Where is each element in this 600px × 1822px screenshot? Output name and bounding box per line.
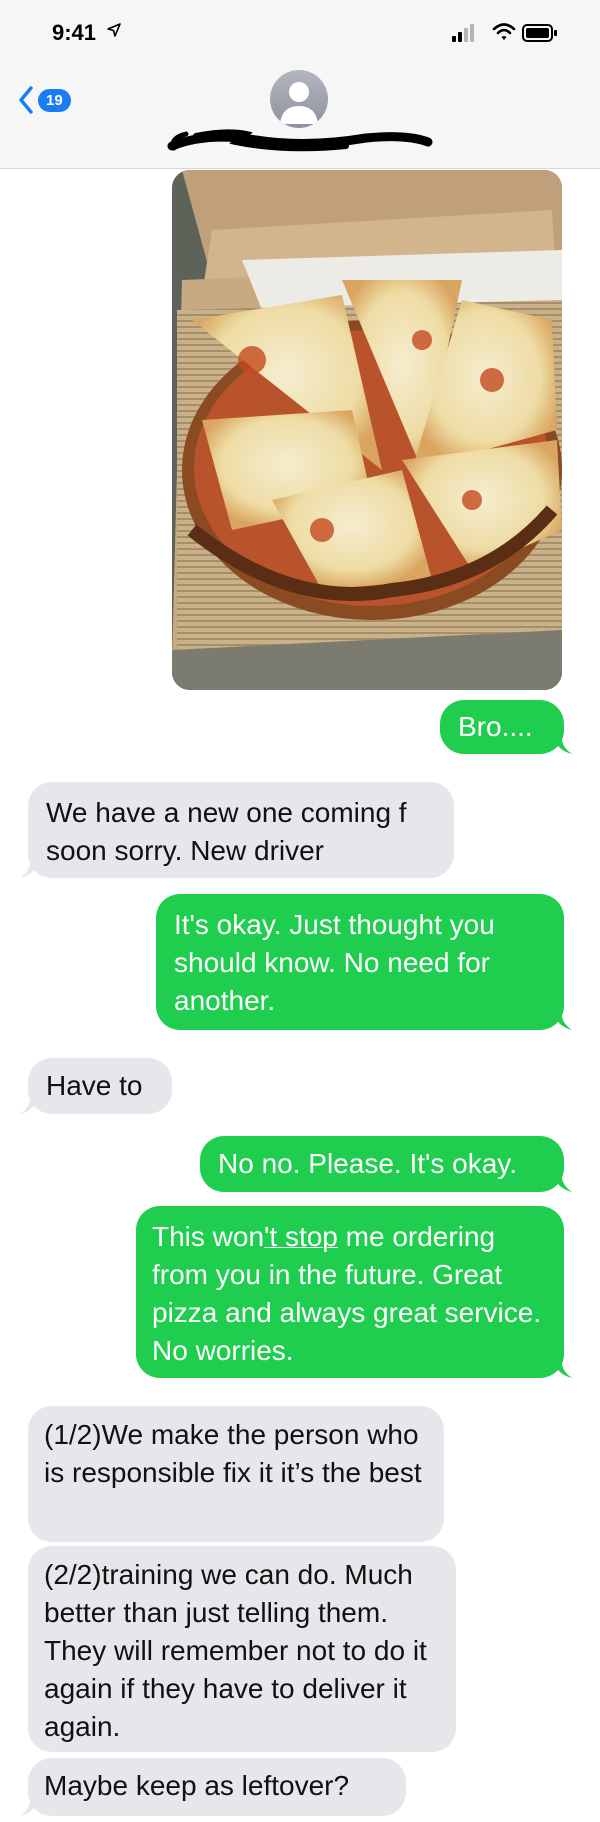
message-text: We have a new one coming f soon sorry. N… [46, 797, 407, 866]
chevron-left-icon [19, 86, 33, 114]
message-text: No no. Please. It's okay. [218, 1148, 517, 1179]
message-bubble-sent[interactable]: It's okay. Just thought you should know.… [156, 894, 572, 1030]
wifi-icon [492, 22, 516, 47]
message-text-part: This won [152, 1221, 265, 1252]
bubble-tail [20, 858, 40, 878]
pizza-photo-message[interactable] [172, 170, 562, 690]
message-text-part: 't stop [264, 1221, 338, 1252]
bubble-tail [552, 1358, 572, 1378]
signal-bars-icon [452, 24, 480, 47]
status-bar: 9:41 [0, 0, 600, 68]
message-text: Maybe keep as leftover? [44, 1770, 350, 1801]
bubble-tail [552, 734, 572, 754]
bubble-tail [20, 1094, 40, 1114]
message-text: Bro.... [458, 711, 533, 742]
pizza-photo [172, 170, 562, 690]
bubble-tail [552, 1010, 572, 1030]
status-time: 9:41 [52, 20, 97, 45]
bubble-tail [20, 1796, 40, 1816]
battery-icon [522, 24, 558, 47]
message-bubble-received[interactable]: (2/2)training we can do. Much better tha… [28, 1546, 456, 1752]
unread-count-badge: 19 [38, 88, 71, 112]
message-text: (2/2)training we can do. Much better tha… [44, 1559, 427, 1742]
message-bubble-received[interactable]: Maybe keep as leftover? [20, 1758, 406, 1816]
message-text: Have to [46, 1070, 143, 1101]
back-button[interactable]: 19 [18, 80, 71, 120]
contact-avatar[interactable] [270, 70, 328, 128]
message-text: It's okay. Just thought you should know.… [174, 909, 495, 1016]
message-bubble-received[interactable]: (1/2)We make the person who is responsib… [28, 1406, 444, 1542]
message-bubble-received[interactable]: We have a new one coming f soon sorry. N… [20, 782, 454, 878]
location-arrow-icon [106, 22, 122, 43]
message-bubble-sent[interactable]: Bro.... [440, 700, 572, 754]
message-bubble-sent[interactable]: This won't stop me ordering from you in … [136, 1206, 572, 1378]
person-silhouette-icon [280, 82, 318, 124]
message-bubble-sent[interactable]: No no. Please. It's okay. [200, 1136, 572, 1192]
redaction-scribble [167, 129, 433, 152]
bubble-tail [552, 1172, 572, 1192]
message-text: (1/2)We make the person who is responsib… [44, 1419, 422, 1488]
message-bubble-received[interactable]: Have to [20, 1058, 172, 1114]
